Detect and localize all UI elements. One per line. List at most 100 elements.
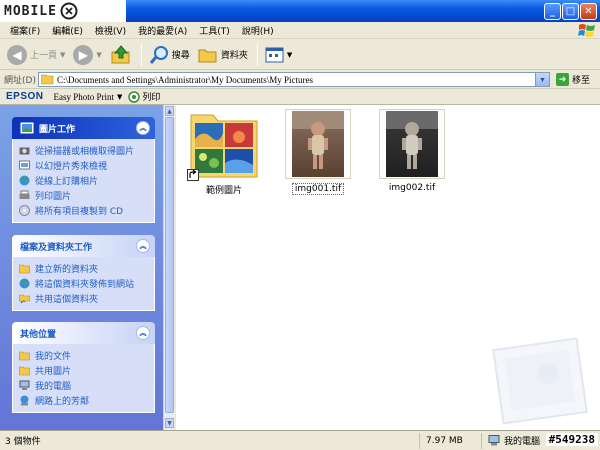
link-label: 我的文件 bbox=[35, 352, 72, 362]
other-places-title: 其他位置 bbox=[20, 329, 57, 340]
up-folder-button[interactable] bbox=[107, 43, 135, 67]
file-item[interactable]: img001.tif bbox=[276, 109, 360, 195]
network-places-link[interactable]: 網路上的芳鄰 bbox=[19, 393, 148, 408]
task-pane: 圖片工作 ︽ 從掃描器或相機取得圖片 以幻燈片秀來檢視 從線上訂購相片 列印圖片 bbox=[0, 105, 174, 430]
print-pictures-link[interactable]: 列印圖片 bbox=[19, 188, 148, 203]
file-folder-tasks-body: 建立新的資料夾 將這個資料夾發佈到網站 共用這個資料夾 bbox=[12, 257, 155, 311]
toolbar-separator bbox=[256, 43, 258, 66]
search-label: 搜尋 bbox=[171, 51, 190, 61]
computer-icon bbox=[488, 435, 500, 446]
collapse-chevron-icon[interactable]: ︽ bbox=[136, 121, 150, 135]
close-button[interactable]: ✕ bbox=[580, 3, 597, 20]
new-folder-link[interactable]: 建立新的資料夾 bbox=[19, 261, 148, 276]
folders-label: 資料夾 bbox=[220, 51, 248, 61]
link-label: 共用這個資料夾 bbox=[35, 295, 99, 305]
get-from-scanner-link[interactable]: 從掃描器或相機取得圖片 bbox=[19, 143, 148, 158]
documents-folder-icon bbox=[19, 351, 30, 361]
status-location-label: 我的電腦 bbox=[504, 437, 541, 447]
menu-help[interactable]: 說明(H) bbox=[236, 24, 280, 37]
other-places-header[interactable]: 其他位置 ︽ bbox=[12, 322, 155, 344]
back-arrow-icon: ◀ bbox=[7, 44, 27, 65]
pictures-watermark-icon bbox=[492, 337, 588, 425]
link-label: 網路上的芳鄰 bbox=[35, 397, 90, 407]
file-folder-tasks-header[interactable]: 檔案及資料夾工作 ︽ bbox=[12, 235, 155, 257]
brand-text: MOBILE bbox=[4, 3, 57, 19]
menu-view[interactable]: 檢視(V) bbox=[89, 24, 132, 37]
file-folder-tasks-panel: 檔案及資料夾工作 ︽ 建立新的資料夾 將這個資料夾發佈到網站 共用這個資料夾 bbox=[12, 235, 155, 311]
scroll-up-icon[interactable]: ▲ bbox=[165, 106, 174, 116]
back-button[interactable]: ◀ 上一頁 ▼ bbox=[4, 43, 68, 67]
collapse-chevron-icon[interactable]: ︽ bbox=[136, 239, 150, 253]
folders-icon bbox=[198, 49, 217, 62]
scrollbar-thumb[interactable] bbox=[165, 117, 174, 413]
copy-to-cd-link[interactable]: 將所有項目複製到 CD bbox=[19, 203, 148, 218]
mobile01-logo-icon bbox=[60, 2, 78, 20]
up-folder-icon bbox=[111, 44, 130, 63]
status-count: 3 個物件 bbox=[0, 432, 420, 449]
my-computer-link[interactable]: 我的電腦 bbox=[19, 378, 148, 393]
menu-edit[interactable]: 編輯(E) bbox=[46, 24, 89, 37]
folders-button[interactable]: 資料夾 bbox=[195, 43, 251, 67]
printer-icon bbox=[19, 190, 30, 199]
epson-logo: EPSON bbox=[6, 91, 44, 102]
image-thumbnail bbox=[285, 109, 351, 179]
windows-flag-icon bbox=[578, 24, 595, 37]
forward-dropdown-icon[interactable]: ▼ bbox=[96, 51, 101, 59]
views-icon bbox=[265, 47, 284, 62]
file-item[interactable]: img002.tif bbox=[370, 109, 454, 193]
web-globe-icon bbox=[19, 278, 30, 289]
menu-favorites[interactable]: 我的最愛(A) bbox=[132, 24, 193, 37]
print-icon bbox=[128, 90, 141, 103]
menu-tools[interactable]: 工具(T) bbox=[193, 24, 236, 37]
cd-icon bbox=[19, 205, 30, 216]
shortcut-arrow-icon bbox=[187, 169, 199, 181]
print-button[interactable]: 列印 bbox=[128, 90, 160, 103]
forward-button[interactable]: ▶ ▼ bbox=[70, 43, 104, 67]
camera-icon bbox=[19, 147, 30, 155]
search-button[interactable]: 搜尋 bbox=[146, 43, 193, 67]
collapse-chevron-icon[interactable]: ︽ bbox=[136, 326, 150, 340]
order-prints-link[interactable]: 從線上訂購相片 bbox=[19, 173, 148, 188]
task-pane-scrollbar[interactable]: ▲ ▼ bbox=[163, 105, 174, 430]
status-size: 7.97 MB bbox=[420, 432, 482, 449]
epson-toolbar: EPSON Easy Photo Print ▼ 列印 bbox=[0, 89, 600, 105]
picture-tasks-header[interactable]: 圖片工作 ︽ bbox=[12, 117, 155, 139]
menu-file[interactable]: 檔案(F) bbox=[4, 24, 46, 37]
address-bar: 網址(D) C:\Documents and Settings\Administ… bbox=[0, 71, 600, 89]
slideshow-link[interactable]: 以幻燈片秀來檢視 bbox=[19, 158, 148, 173]
file-name: 範例圖片 bbox=[205, 186, 242, 196]
title-bar[interactable]: MOBILE _ □ ✕ bbox=[0, 0, 600, 22]
publish-to-web-link[interactable]: 將這個資料夾發佈到網站 bbox=[19, 276, 148, 291]
forum-stamp: #549238 bbox=[545, 433, 598, 446]
new-folder-icon bbox=[19, 264, 30, 274]
address-input[interactable]: C:\Documents and Settings\Administrator\… bbox=[38, 72, 550, 87]
my-documents-link[interactable]: 我的文件 bbox=[19, 348, 148, 363]
address-dropdown-icon[interactable]: ▼ bbox=[535, 73, 549, 86]
shared-pictures-link[interactable]: 共用圖片 bbox=[19, 363, 148, 378]
easy-photo-print-dropdown-icon[interactable]: ▼ bbox=[117, 93, 122, 101]
back-dropdown-icon[interactable]: ▼ bbox=[60, 51, 65, 59]
network-icon bbox=[20, 395, 29, 406]
globe-icon bbox=[19, 175, 30, 186]
file-name: img002.tif bbox=[388, 183, 436, 193]
toolbar-separator bbox=[140, 43, 142, 66]
minimize-button[interactable]: _ bbox=[544, 3, 561, 20]
address-label: 網址(D) bbox=[4, 76, 36, 86]
go-button[interactable]: ➜ 移至 bbox=[556, 73, 590, 86]
views-dropdown-icon[interactable]: ▼ bbox=[287, 51, 292, 59]
file-item[interactable]: 範例圖片 bbox=[182, 109, 266, 196]
share-folder-link[interactable]: 共用這個資料夾 bbox=[19, 291, 148, 306]
easy-photo-print-menu[interactable]: Easy Photo Print bbox=[54, 92, 115, 102]
search-icon bbox=[149, 45, 168, 64]
link-label: 以幻燈片秀來檢視 bbox=[35, 162, 108, 172]
maximize-button[interactable]: □ bbox=[562, 3, 579, 20]
scroll-down-icon[interactable]: ▼ bbox=[165, 418, 174, 428]
link-label: 從掃描器或相機取得圖片 bbox=[35, 147, 135, 157]
shared-pictures-folder-icon bbox=[19, 366, 30, 376]
views-button[interactable]: ▼ bbox=[262, 43, 295, 67]
file-list-view[interactable]: 範例圖片 img001.tif img002.tif bbox=[176, 105, 600, 430]
link-label: 從線上訂購相片 bbox=[35, 177, 99, 187]
toddler-photo-image bbox=[386, 111, 438, 177]
brand-logo-area: MOBILE bbox=[0, 0, 126, 22]
go-label: 移至 bbox=[572, 76, 591, 86]
